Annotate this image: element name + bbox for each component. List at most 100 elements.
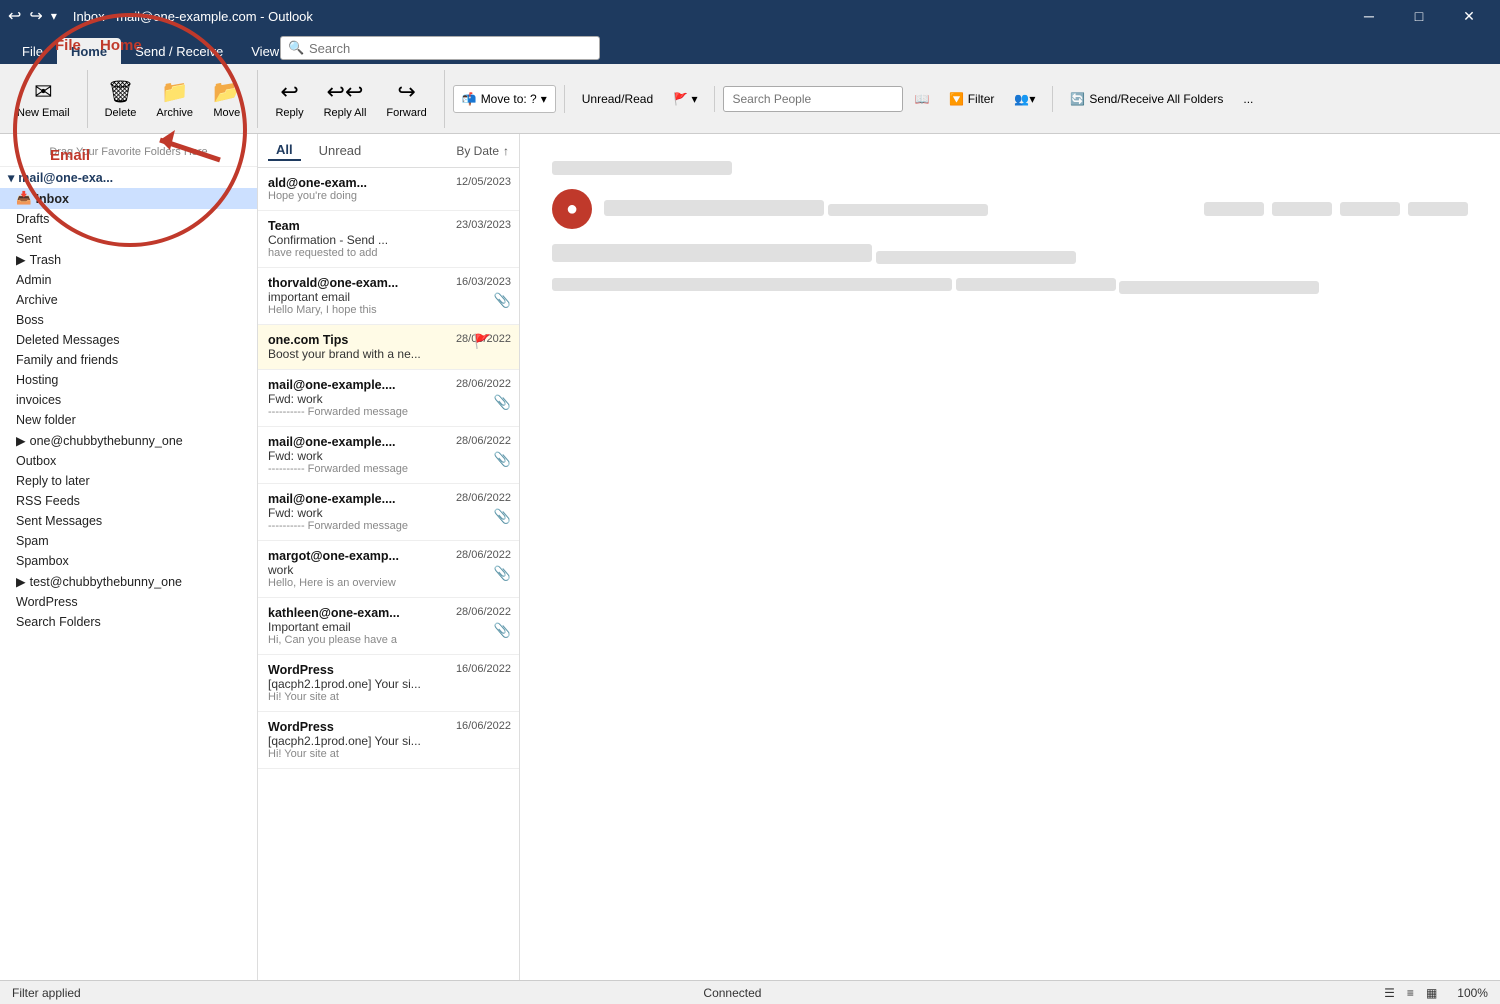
sidebar-item-boss[interactable]: Boss: [0, 310, 257, 330]
sidebar-item-hosting[interactable]: Hosting: [0, 370, 257, 390]
sidebar-item-spambox[interactable]: Spambox: [0, 551, 257, 571]
email-item[interactable]: mail@one-example.... Fwd: work ---------…: [258, 427, 519, 484]
filter-unread-button[interactable]: Unread: [311, 141, 370, 160]
sidebar-item-sent-messages[interactable]: Sent Messages: [0, 511, 257, 531]
to-field-blurred: [876, 251, 1076, 264]
sidebar-item-deleted-messages[interactable]: Deleted Messages: [0, 330, 257, 350]
move-button[interactable]: 📂 Move: [204, 70, 249, 128]
email-sender: mail@one-example....: [268, 492, 448, 506]
delete-button[interactable]: 🗑 Delete: [96, 70, 146, 128]
email-item[interactable]: ald@one-exam... Hope you're doing 12/05/…: [258, 168, 519, 211]
search-area: 🔍: [280, 36, 600, 60]
view-icon-3[interactable]: ▦: [1426, 986, 1437, 1000]
more-button[interactable]: ...: [1234, 86, 1262, 112]
email-item[interactable]: kathleen@one-exam... Important email Hi,…: [258, 598, 519, 655]
view-icon-1[interactable]: ☰: [1384, 986, 1395, 1000]
email-item[interactable]: WordPress [qacph2.1prod.one] Your si... …: [258, 655, 519, 712]
tab-file[interactable]: File: [8, 38, 57, 64]
move-to-group: 📬 Move to: ? ▾: [453, 85, 565, 113]
email-sender: mail@one-example....: [268, 435, 448, 449]
sidebar-item-new-folder[interactable]: New folder: [0, 410, 257, 430]
email-item[interactable]: WordPress [qacph2.1prod.one] Your si... …: [258, 712, 519, 769]
tab-send-receive[interactable]: Send / Receive: [121, 38, 237, 64]
email-sender: one.com Tips: [268, 333, 448, 347]
move-label: Move: [213, 107, 240, 119]
filter-button[interactable]: 🔽 Filter: [940, 86, 1003, 112]
reply-icon: ↩: [280, 79, 298, 105]
new-email-icon: ✉: [34, 79, 52, 105]
new-email-button[interactable]: ✉ New Email: [8, 70, 79, 128]
delete-label: Delete: [105, 107, 137, 119]
trash-label: Trash: [30, 253, 62, 267]
address-book-button[interactable]: 📖: [905, 86, 938, 112]
new-email-label: New Email: [17, 107, 70, 119]
email-subject: [qacph2.1prod.one] Your si...: [268, 677, 509, 691]
sidebar-account-main[interactable]: ▾ mail@one-exa...: [0, 167, 257, 188]
sidebar-item-one-chubby[interactable]: ▶ one@chubbythebunny_one: [0, 430, 257, 451]
email-sender: WordPress: [268, 663, 448, 677]
archive-button[interactable]: 📁 Archive: [147, 70, 202, 128]
filter-all-button[interactable]: All: [268, 140, 301, 161]
flag-button[interactable]: 🚩 ▾: [664, 86, 706, 112]
email-item[interactable]: Team Confirmation - Send ... have reques…: [258, 211, 519, 268]
email-date: 12/05/2023: [456, 176, 511, 188]
sidebar-item-trash[interactable]: ▶ Trash: [0, 249, 257, 270]
sidebar-item-rss-feeds[interactable]: RSS Feeds: [0, 491, 257, 511]
search-people-input[interactable]: [723, 86, 903, 112]
email-sender: ald@one-exam...: [268, 176, 448, 190]
people-button[interactable]: 👥▾: [1005, 86, 1044, 112]
account-label: mail@one-exa...: [18, 171, 113, 185]
email-item[interactable]: mail@one-example.... Fwd: work ---------…: [258, 370, 519, 427]
maximize-button[interactable]: □: [1396, 0, 1442, 32]
body-line-1: [552, 278, 952, 291]
sidebar-item-sent[interactable]: Sent: [0, 229, 257, 249]
quick-access-undo[interactable]: ↩: [8, 6, 21, 26]
status-bar: Filter applied Connected ☰ ≡ ▦ 100%: [0, 980, 1500, 1004]
sidebar-item-outbox[interactable]: Outbox: [0, 451, 257, 471]
quick-access-customize[interactable]: ▾: [51, 9, 57, 23]
email-subject: Important email: [268, 620, 509, 634]
email-item[interactable]: one.com Tips Boost your brand with a ne.…: [258, 325, 519, 370]
email-date: 28/06/2022: [456, 378, 511, 390]
admin-label: Admin: [16, 273, 51, 287]
tab-home[interactable]: Home: [57, 38, 121, 64]
sidebar-item-archive[interactable]: Archive: [0, 290, 257, 310]
sidebar-item-drafts[interactable]: Drafts: [0, 209, 257, 229]
reading-meta-blurred-1: [552, 161, 732, 175]
people-search-group: 📖 🔽 Filter 👥▾: [723, 86, 1053, 112]
view-icon-2[interactable]: ≡: [1407, 986, 1414, 1000]
reply-button[interactable]: ↩ Reply: [266, 70, 312, 128]
email-item[interactable]: thorvald@one-exam... important email Hel…: [258, 268, 519, 325]
forward-button[interactable]: ↪ Forward: [377, 70, 435, 128]
sidebar-item-family-friends[interactable]: Family and friends: [0, 350, 257, 370]
email-item[interactable]: mail@one-example.... Fwd: work ---------…: [258, 484, 519, 541]
sidebar-item-wordpress[interactable]: WordPress: [0, 592, 257, 612]
sent-messages-label: Sent Messages: [16, 514, 102, 528]
sidebar-item-invoices[interactable]: invoices: [0, 390, 257, 410]
send-receive-all-button[interactable]: 🔄 Send/Receive All Folders: [1061, 86, 1232, 112]
sidebar-item-spam[interactable]: Spam: [0, 531, 257, 551]
email-sender: thorvald@one-exam...: [268, 276, 448, 290]
reply-all-button[interactable]: ↩↩ Reply All: [315, 70, 376, 128]
search-folders-label: Search Folders: [16, 615, 101, 629]
sidebar-item-search-folders[interactable]: Search Folders: [0, 612, 257, 632]
email-item[interactable]: margot@one-examp... work Hello, Here is …: [258, 541, 519, 598]
archive-label: Archive: [16, 293, 58, 307]
hosting-label: Hosting: [16, 373, 58, 387]
attachment-icon: 📎: [494, 292, 511, 309]
sidebar-item-inbox[interactable]: 📥 Inbox: [0, 188, 257, 209]
archive-icon: 📁: [161, 79, 188, 105]
flag-icon: 🚩: [474, 333, 491, 350]
close-button[interactable]: ✕: [1446, 0, 1492, 32]
family-friends-label: Family and friends: [16, 353, 118, 367]
sidebar-item-reply-later[interactable]: Reply to later: [0, 471, 257, 491]
zoom-level: 100%: [1457, 986, 1488, 1000]
sort-area[interactable]: By Date ↑: [456, 144, 509, 158]
sidebar-item-admin[interactable]: Admin: [0, 270, 257, 290]
move-to-button[interactable]: 📬 Move to: ? ▾: [453, 85, 556, 113]
minimize-button[interactable]: ─: [1346, 0, 1392, 32]
search-input[interactable]: [280, 36, 600, 60]
quick-access-redo[interactable]: ↪: [29, 6, 42, 26]
sidebar-item-test-chubby[interactable]: ▶ test@chubbythebunny_one: [0, 571, 257, 592]
unread-read-button[interactable]: Unread/Read: [573, 86, 662, 112]
